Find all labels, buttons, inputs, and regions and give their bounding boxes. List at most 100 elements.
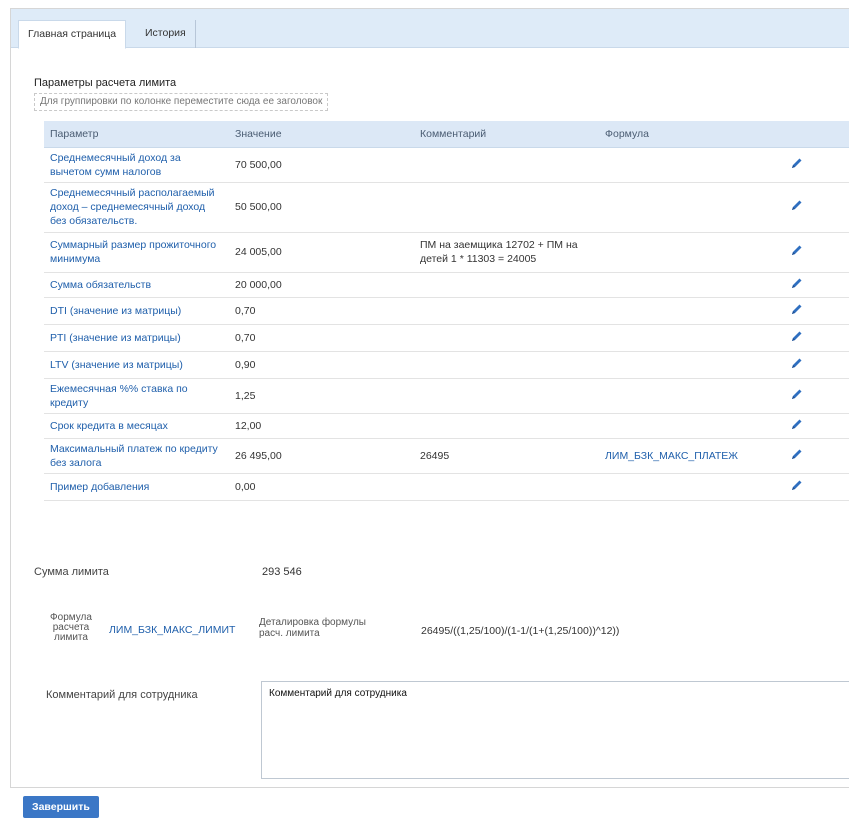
row-param-cell[interactable]: Сумма обязательств <box>44 272 229 298</box>
row-value-cell: 0,90 <box>229 351 414 379</box>
table-row[interactable]: Среднемесячный доход за вычетом сумм нал… <box>44 147 849 183</box>
row-value-cell: 50 500,00 <box>229 182 414 233</box>
table-row[interactable]: DTI (значение из матрицы) 0,70 <box>44 297 849 325</box>
row-param-cell[interactable]: Суммарный размер прожиточного минимума <box>44 232 229 273</box>
row-value-cell: 12,00 <box>229 413 414 439</box>
pencil-icon[interactable] <box>790 478 804 492</box>
table-row[interactable]: Среднемесячный располагаемый доход – сре… <box>44 182 849 233</box>
row-comment-cell <box>414 413 599 439</box>
limit-sum-label: Сумма лимита <box>34 566 109 578</box>
table-row[interactable]: Суммарный размер прожиточного минимума 24… <box>44 232 849 273</box>
tab-history[interactable]: История <box>136 20 196 48</box>
row-formula-cell[interactable] <box>599 232 784 273</box>
row-param-cell[interactable]: PTI (значение из матрицы) <box>44 324 229 352</box>
table-header-row: Параметр Значение Комментарий Формула <box>44 121 849 148</box>
finish-button[interactable]: Завершить <box>23 796 99 818</box>
column-header-comment[interactable]: Комментарий <box>414 121 599 148</box>
table-row[interactable]: Ежемесячная %% ставка по кредиту 1,25 <box>44 378 849 414</box>
limit-parameters-table: Параметр Значение Комментарий Формула Ср… <box>44 121 849 501</box>
row-comment-cell <box>414 147 599 183</box>
table-row[interactable]: Пример добавления 0,00 <box>44 473 849 501</box>
pencil-icon[interactable] <box>790 387 804 401</box>
pencil-icon[interactable] <box>790 198 804 212</box>
formula-detail-label: Деталировка формулы расч. лимита <box>259 617 366 639</box>
table-row[interactable]: LTV (значение из матрицы) 0,90 <box>44 351 849 379</box>
row-formula-cell[interactable] <box>599 147 784 183</box>
row-param-cell[interactable]: DTI (значение из матрицы) <box>44 297 229 325</box>
pencil-icon[interactable] <box>790 156 804 170</box>
row-formula-cell[interactable] <box>599 413 784 439</box>
formula-detail-value: 26495/((1,25/100)/(1-1/(1+(1,25/100))^12… <box>421 625 620 637</box>
row-param-cell[interactable]: Ежемесячная %% ставка по кредиту <box>44 378 229 414</box>
row-formula-cell[interactable]: ЛИМ_БЗК_МАКС_ПЛАТЕЖ <box>599 438 784 474</box>
row-value-cell: 20 000,00 <box>229 272 414 298</box>
row-param-cell[interactable]: Максимальный платеж по кредиту без залог… <box>44 438 229 474</box>
pencil-icon[interactable] <box>790 243 804 257</box>
table-row[interactable]: Срок кредита в месяцах 12,00 <box>44 413 849 439</box>
row-formula-cell[interactable] <box>599 473 784 501</box>
row-comment-cell <box>414 473 599 501</box>
row-value-cell: 26 495,00 <box>229 438 414 474</box>
row-edit-cell <box>784 272 849 298</box>
limit-sum-value: 293 546 <box>262 566 302 578</box>
row-edit-cell <box>784 324 849 352</box>
row-edit-cell <box>784 473 849 501</box>
bottom-bar: Завершить <box>10 788 849 821</box>
row-edit-cell <box>784 413 849 439</box>
row-edit-cell <box>784 351 849 379</box>
row-comment-cell <box>414 182 599 233</box>
row-formula-cell[interactable] <box>599 351 784 379</box>
table-row[interactable]: PTI (значение из матрицы) 0,70 <box>44 324 849 352</box>
employee-comment-label: Комментарий для сотрудника <box>46 689 198 701</box>
column-header-formula[interactable]: Формула <box>599 121 784 148</box>
row-value-cell: 1,25 <box>229 378 414 414</box>
row-comment-cell: 26495 <box>414 438 599 474</box>
row-comment-cell <box>414 272 599 298</box>
limit-formula-label: Формула расчета лимита <box>50 612 92 643</box>
row-value-cell: 24 005,00 <box>229 232 414 273</box>
pencil-icon[interactable] <box>790 329 804 343</box>
tab-main-page[interactable]: Главная страница <box>18 20 127 49</box>
main-panel: Главная страница История Параметры расче… <box>10 8 849 788</box>
row-formula-cell[interactable] <box>599 378 784 414</box>
row-formula-cell[interactable] <box>599 297 784 325</box>
pencil-icon[interactable] <box>790 276 804 290</box>
row-edit-cell <box>784 182 849 233</box>
row-param-cell[interactable]: LTV (значение из матрицы) <box>44 351 229 379</box>
row-edit-cell <box>784 378 849 414</box>
pencil-icon[interactable] <box>790 447 804 461</box>
row-value-cell: 0,00 <box>229 473 414 501</box>
row-formula-cell[interactable] <box>599 182 784 233</box>
row-comment-cell <box>414 378 599 414</box>
table-row[interactable]: Сумма обязательств 20 000,00 <box>44 272 849 298</box>
row-value-cell: 0,70 <box>229 297 414 325</box>
pencil-icon[interactable] <box>790 302 804 316</box>
row-edit-cell <box>784 438 849 474</box>
row-edit-cell <box>784 232 849 273</box>
row-formula-cell[interactable] <box>599 272 784 298</box>
row-comment-cell: ПМ на заемщика 12702 + ПМ на детей 1 * 1… <box>414 232 599 273</box>
section-title: Параметры расчета лимита <box>34 77 177 89</box>
employee-comment-field[interactable]: Комментарий для сотрудника <box>261 681 849 779</box>
row-value-cell: 0,70 <box>229 324 414 352</box>
row-comment-cell <box>414 297 599 325</box>
row-comment-cell <box>414 351 599 379</box>
column-header-actions <box>784 121 849 148</box>
group-by-drop-zone[interactable]: Для группировки по колонке переместите с… <box>34 93 329 111</box>
row-param-cell[interactable]: Среднемесячный доход за вычетом сумм нал… <box>44 147 229 183</box>
column-header-value[interactable]: Значение <box>229 121 414 148</box>
limit-formula-code[interactable]: ЛИМ_БЗК_МАКС_ЛИМИТ <box>109 624 235 636</box>
tab-bar: Главная страница История <box>11 9 849 49</box>
table-row[interactable]: Максимальный платеж по кредиту без залог… <box>44 438 849 474</box>
row-param-cell[interactable]: Среднемесячный располагаемый доход – сре… <box>44 182 229 233</box>
row-edit-cell <box>784 297 849 325</box>
row-comment-cell <box>414 324 599 352</box>
row-value-cell: 70 500,00 <box>229 147 414 183</box>
column-header-param[interactable]: Параметр <box>44 121 229 148</box>
row-formula-cell[interactable] <box>599 324 784 352</box>
pencil-icon[interactable] <box>790 356 804 370</box>
row-edit-cell <box>784 147 849 183</box>
pencil-icon[interactable] <box>790 417 804 431</box>
row-param-cell[interactable]: Пример добавления <box>44 473 229 501</box>
row-param-cell[interactable]: Срок кредита в месяцах <box>44 413 229 439</box>
